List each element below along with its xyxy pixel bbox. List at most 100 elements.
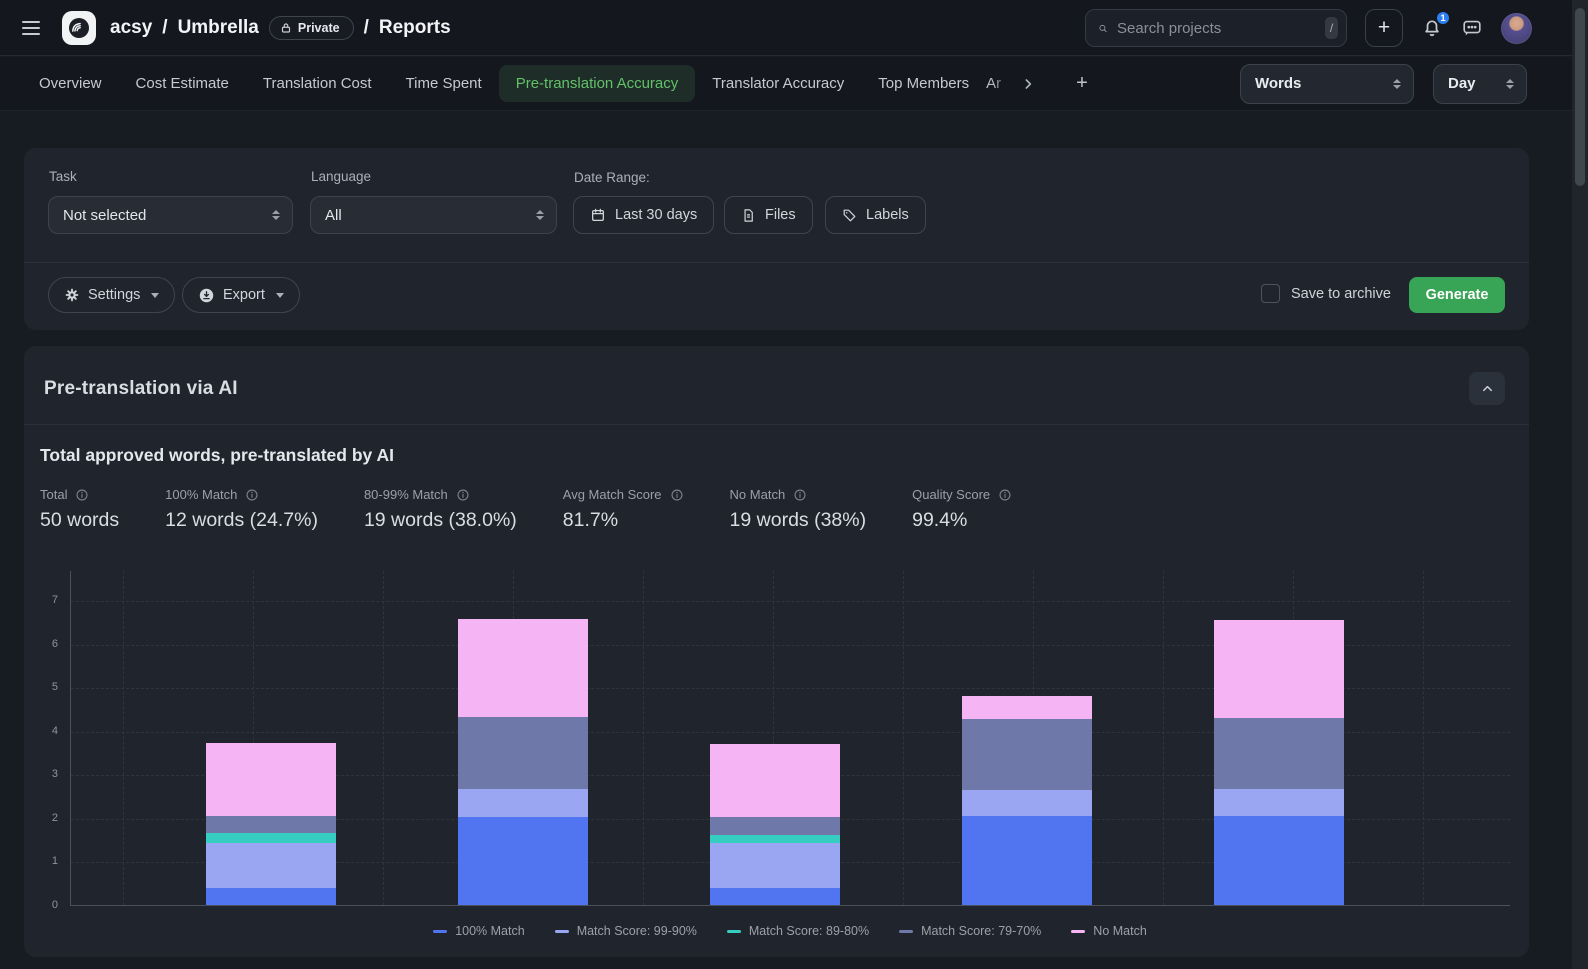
report-filter-panel: Task Not selected Language All Date Rang… (24, 148, 1529, 330)
app-logo[interactable] (62, 11, 96, 45)
save-to-archive-checkbox[interactable] (1261, 284, 1280, 303)
stat-value: 81.7% (563, 509, 684, 532)
legend-swatch-icon (727, 930, 741, 933)
bar-segment[interactable] (458, 789, 588, 817)
bar-segment[interactable] (458, 619, 588, 717)
bar-segment[interactable] (1214, 620, 1344, 719)
bar-segment[interactable] (458, 717, 588, 789)
pretranslation-report-panel: Pre-translation via AI Total approved wo… (24, 346, 1529, 957)
stat-no-match: No Match 19 words (38%) (730, 487, 867, 532)
bar-segment[interactable] (710, 888, 840, 905)
info-icon[interactable] (456, 488, 470, 502)
bar-segment[interactable] (710, 817, 840, 835)
bar-segment[interactable] (710, 744, 840, 817)
chart-legend: 100% Match Match Score: 99-90% Match Score… (70, 924, 1510, 938)
create-project-button[interactable]: + (1365, 9, 1403, 47)
breadcrumb-page: Reports (379, 17, 451, 39)
tab-overview[interactable]: Overview (22, 65, 119, 102)
bar-segment[interactable] (206, 743, 336, 816)
search-input[interactable] (1117, 20, 1316, 37)
stat-avg-match-score: Avg Match Score 81.7% (563, 487, 684, 532)
y-axis-tick: 2 (28, 812, 58, 824)
bar-segment[interactable] (206, 843, 336, 888)
y-axis-tick: 6 (28, 638, 58, 650)
tab-top-members[interactable]: Top Members (861, 65, 986, 102)
task-select[interactable]: Not selected (48, 196, 293, 234)
scrollbar-thumb[interactable] (1575, 8, 1585, 186)
bar-segment[interactable] (1214, 816, 1344, 905)
bar-segment[interactable] (1214, 789, 1344, 816)
privacy-badge: Private (269, 16, 354, 40)
y-axis-tick: 3 (28, 768, 58, 780)
legend-item[interactable]: No Match (1071, 924, 1147, 938)
unit-select[interactable]: Words (1240, 64, 1414, 104)
breadcrumb-project[interactable]: Umbrella (178, 17, 259, 39)
summary-stats-row: Total 50 words 100% Match 12 words (24.7… (40, 487, 1012, 532)
collapse-panel-button[interactable] (1469, 372, 1505, 405)
tabs-scroll-right-button[interactable] (1014, 70, 1042, 98)
legend-item[interactable]: Match Score: 89-80% (727, 924, 869, 938)
legend-swatch-icon (433, 930, 447, 933)
bar-segment[interactable] (710, 835, 840, 843)
bar-segment[interactable] (458, 817, 588, 905)
tab-translator-accuracy[interactable]: Translator Accuracy (695, 65, 861, 102)
legend-item[interactable]: 100% Match (433, 924, 524, 938)
crowdin-logo-icon (67, 16, 91, 40)
bar-segment[interactable] (206, 888, 336, 905)
gridline-v (383, 571, 384, 905)
info-icon[interactable] (670, 488, 684, 502)
date-range-value: Last 30 days (615, 207, 697, 223)
tab-pre-translation-accuracy[interactable]: Pre-translation Accuracy (499, 65, 696, 102)
generate-report-button[interactable]: Generate (1409, 277, 1505, 313)
page-scrollbar[interactable] (1572, 0, 1588, 969)
breadcrumb-org[interactable]: acsy (110, 17, 152, 39)
stat-label: Quality Score (912, 487, 990, 502)
bar-segment[interactable] (206, 816, 336, 833)
stat-value: 19 words (38%) (730, 509, 867, 532)
project-search[interactable]: / (1085, 9, 1347, 47)
user-avatar[interactable] (1501, 13, 1532, 44)
tag-icon (842, 208, 857, 223)
stat-label: Avg Match Score (563, 487, 662, 502)
bar-segment[interactable] (962, 719, 1092, 790)
legend-swatch-icon (899, 930, 913, 933)
bar-segment[interactable] (206, 833, 336, 843)
info-icon[interactable] (245, 488, 259, 502)
tab-time-spent[interactable]: Time Spent (389, 65, 499, 102)
chat-icon (1461, 17, 1483, 39)
language-select[interactable]: All (310, 196, 557, 234)
period-select[interactable]: Day (1433, 64, 1527, 104)
tab-overflow-clipped[interactable]: Ar (986, 75, 1014, 92)
legend-item[interactable]: Match Score: 99-90% (555, 924, 697, 938)
stat-value: 50 words (40, 509, 119, 532)
legend-swatch-icon (1071, 930, 1085, 933)
bar-segment[interactable] (962, 816, 1092, 905)
task-select-value: Not selected (63, 207, 146, 224)
report-tabs: Overview Cost Estimate Translation Cost … (22, 65, 1094, 102)
stat-label: No Match (730, 487, 786, 502)
tab-translation-cost[interactable]: Translation Cost (246, 65, 389, 102)
export-dropdown-button[interactable]: Export (182, 277, 300, 313)
info-icon[interactable] (998, 488, 1012, 502)
bar-segment[interactable] (1214, 718, 1344, 788)
caret-down-icon (151, 293, 159, 298)
save-to-archive-control: Save to archive (1261, 284, 1391, 303)
tab-cost-estimate[interactable]: Cost Estimate (119, 65, 246, 102)
notifications-button[interactable]: 1 (1421, 17, 1443, 39)
bar-segment[interactable] (962, 790, 1092, 816)
legend-item[interactable]: Match Score: 79-70% (899, 924, 1041, 938)
labels-filter-button[interactable]: Labels (825, 196, 926, 234)
settings-dropdown-button[interactable]: Settings (48, 277, 175, 313)
bar-segment[interactable] (962, 696, 1092, 719)
add-report-tab-button[interactable]: + (1070, 66, 1094, 101)
bar-segment[interactable] (710, 843, 840, 889)
date-range-button[interactable]: Last 30 days (573, 196, 714, 234)
menu-icon[interactable] (14, 10, 54, 46)
lock-icon (280, 22, 292, 34)
info-icon[interactable] (75, 488, 89, 502)
info-icon[interactable] (793, 488, 807, 502)
pretranslation-stacked-bar-chart: 01234567 (24, 571, 1529, 911)
messages-button[interactable] (1461, 17, 1483, 39)
files-filter-button[interactable]: Files (724, 196, 813, 234)
report-title: Pre-translation via AI (44, 378, 238, 400)
